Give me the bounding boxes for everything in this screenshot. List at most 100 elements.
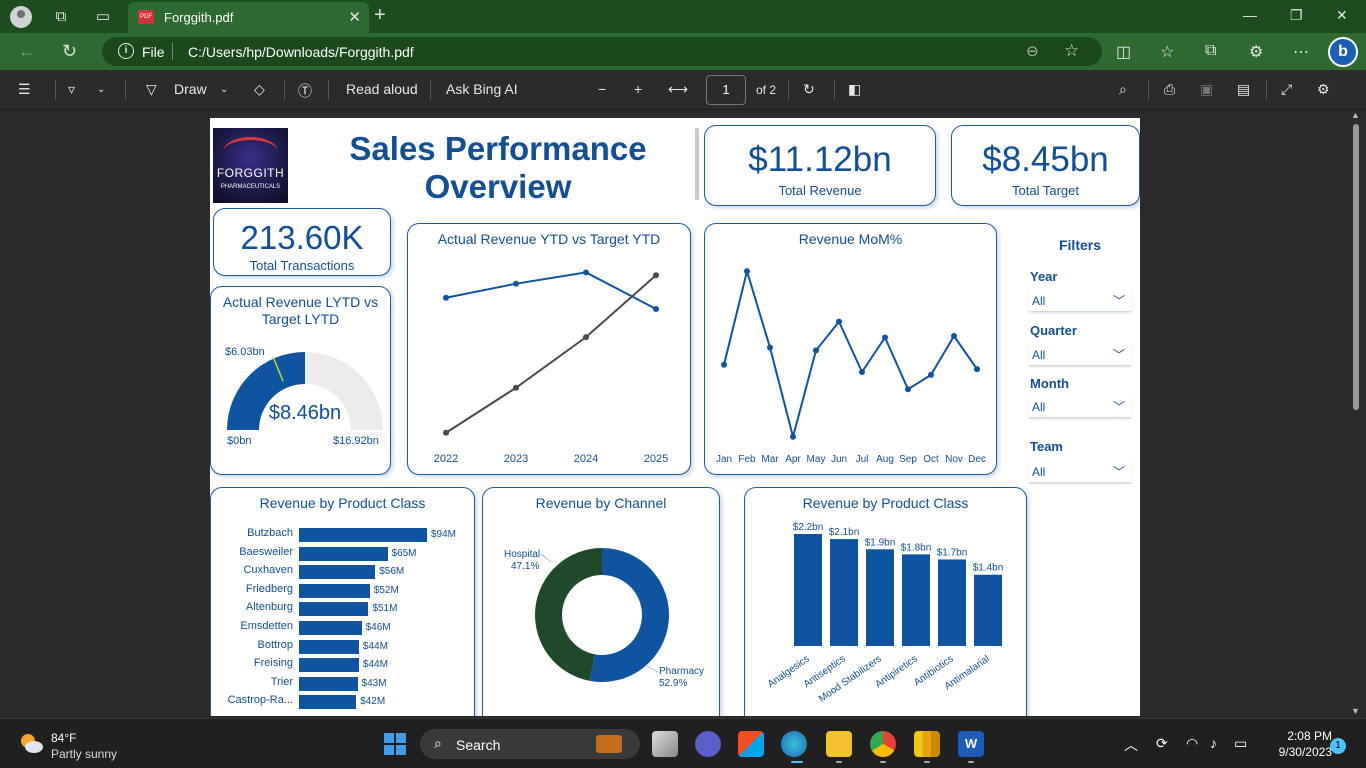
draw-dropdown-icon[interactable]: ⌄ (220, 84, 228, 95)
leader-line (644, 664, 659, 673)
bar-category-label: Bottrop (257, 638, 293, 651)
search-icon[interactable]: ⌕ (1119, 81, 1127, 98)
ask-bing-button[interactable]: Ask Bing AI (446, 81, 518, 97)
store-icon[interactable] (738, 731, 764, 757)
month-filter-label: Month (1030, 376, 1069, 391)
divider (55, 80, 56, 100)
fullscreen-icon[interactable]: ⤢ (1281, 81, 1292, 98)
product-bar-card: Revenue by Product Class $2.2bn Analgesic… (744, 487, 1027, 716)
bar (299, 695, 357, 710)
bar-category-label: Trier (270, 675, 293, 688)
scroll-down-icon[interactable]: ▼ (1351, 706, 1360, 716)
word-icon[interactable]: W (958, 731, 984, 757)
x-tick-label: Nov (945, 454, 963, 465)
title-line-1: Sales Performance (349, 130, 647, 167)
quarter-select[interactable]: All ﹀ (1029, 344, 1131, 366)
taskbar-search[interactable]: ⌕ Search (420, 729, 640, 759)
task-view-icon[interactable] (652, 731, 678, 757)
contents-icon[interactable]: ☰ (18, 81, 31, 98)
more-menu-icon[interactable]: ⋯ (1293, 42, 1309, 62)
rotate-icon[interactable]: ↻ (803, 81, 815, 98)
year-select[interactable]: All ﹀ (1029, 290, 1131, 312)
settings-gear-icon[interactable]: ⚙ (1317, 81, 1330, 98)
minimize-icon[interactable]: — (1243, 7, 1257, 23)
extensions-icon[interactable]: ⚙ (1249, 42, 1263, 62)
scrollbar[interactable]: ▲ ▼ (1350, 110, 1362, 716)
split-screen-icon[interactable]: ◫ (1116, 42, 1131, 62)
bar-category-label: Altenburg (245, 601, 293, 614)
month-select[interactable]: All ﹀ (1029, 396, 1131, 418)
weather-description[interactable]: Partly sunny (51, 747, 117, 761)
info-icon[interactable]: i (118, 43, 134, 59)
bar-value-label: $1.9bn (865, 537, 896, 548)
chevron-down-icon: ﹀ (1112, 465, 1125, 479)
series-line (445, 274, 657, 434)
bing-copilot-icon[interactable]: b (1328, 37, 1358, 67)
filters-panel: Filters Year All ﹀ Quarter All ﹀ Month All… (1020, 213, 1140, 498)
draw-button[interactable]: Draw (174, 81, 207, 97)
file-explorer-icon[interactable] (826, 731, 852, 757)
bar (794, 534, 822, 646)
pdf-toolbar: ☰ ▿ ⌄ ▽ Draw ⌄ ◇ Ⓣ Read aloud Ask Bing A… (0, 70, 1366, 110)
bar-category-label: Castrop-Ra... (227, 694, 293, 707)
favorites-icon[interactable]: ☆ (1160, 42, 1174, 62)
zoom-in-icon[interactable]: + (634, 81, 642, 97)
show-hidden-icons[interactable]: ︿ (1124, 735, 1138, 755)
bar-value-label: $44M (362, 659, 388, 671)
print-icon[interactable]: ⎙ (1164, 81, 1175, 98)
eraser-icon[interactable]: ◇ (254, 81, 265, 98)
sync-icon[interactable]: ⟳ (1156, 735, 1168, 752)
battery-icon[interactable]: ▭ (1234, 735, 1247, 752)
read-aloud-button[interactable]: Read aloud (346, 81, 418, 97)
hospital-value: 47.1% (511, 561, 539, 572)
notification-badge[interactable]: 1 (1330, 738, 1346, 754)
zoom-out-icon[interactable]: − (598, 81, 606, 97)
scroll-up-icon[interactable]: ▲ (1351, 110, 1360, 120)
scroll-thumb[interactable] (1353, 124, 1359, 410)
url-text[interactable]: C:/Users/hp/Downloads/Forggith.pdf (188, 44, 414, 60)
power-bi-icon[interactable] (914, 731, 940, 757)
save-icon[interactable]: ▣ (1200, 81, 1213, 98)
profile-avatar[interactable] (10, 6, 32, 28)
highlight-icon[interactable]: ▿ (68, 81, 75, 98)
refresh-icon[interactable]: ↻ (62, 41, 77, 62)
pharmacy-label: Pharmacy (659, 666, 704, 677)
running-indicator (836, 761, 842, 763)
close-window-icon[interactable]: ✕ (1336, 7, 1348, 24)
company-logo: FORGGITH PHARMACEUTICALS (213, 128, 288, 203)
collections-icon[interactable]: ⧉ (1205, 42, 1216, 60)
zoom-icon[interactable]: ⊖ (1026, 42, 1039, 60)
text-box-icon[interactable]: Ⓣ (298, 81, 312, 101)
page-number-input[interactable]: 1 (706, 75, 746, 105)
bar-value-label: $2.1bn (829, 527, 860, 538)
meet-icon[interactable] (695, 731, 721, 757)
running-indicator (924, 761, 930, 763)
favorite-star-icon[interactable]: ☆ (1064, 41, 1079, 61)
edge-icon[interactable] (781, 731, 807, 757)
wifi-icon[interactable]: ◠ (1186, 735, 1198, 752)
highlight-dropdown-icon[interactable]: ⌄ (97, 84, 105, 95)
start-button[interactable] (384, 733, 406, 755)
clock[interactable]: 2:08 PM 9/30/2023 (1262, 728, 1332, 760)
new-tab-icon[interactable]: + (374, 4, 386, 27)
draw-icon[interactable]: ▽ (146, 81, 157, 98)
save-as-icon[interactable]: ▤ (1237, 81, 1250, 98)
bar-value-label: $1.7bn (937, 547, 968, 558)
page-title: Sales Performance Overview (328, 130, 668, 206)
close-tab-icon[interactable]: ✕ (348, 8, 361, 26)
tab-forggith[interactable]: PDF Forggith.pdf ✕ (128, 2, 369, 33)
weather-temperature[interactable]: 84°F (51, 731, 76, 745)
fit-page-icon[interactable]: ⟷ (668, 81, 688, 98)
restore-icon[interactable]: ❐ (1290, 7, 1303, 24)
team-select[interactable]: All ﹀ (1029, 461, 1131, 483)
tab-actions-icon[interactable]: ▭ (92, 6, 114, 28)
workspaces-icon[interactable]: ⧉ (50, 6, 72, 28)
page-view-icon[interactable]: ◧ (848, 81, 861, 98)
bar-value-label: $94M (431, 529, 457, 540)
address-bar[interactable]: i File C:/Users/hp/Downloads/Forggith.pd… (102, 37, 1102, 66)
x-tick-label: Jan (716, 454, 732, 465)
back-icon[interactable]: ← (18, 41, 36, 62)
active-indicator (791, 761, 803, 763)
volume-icon[interactable]: ♪ (1210, 735, 1217, 751)
chrome-icon[interactable] (870, 731, 896, 757)
